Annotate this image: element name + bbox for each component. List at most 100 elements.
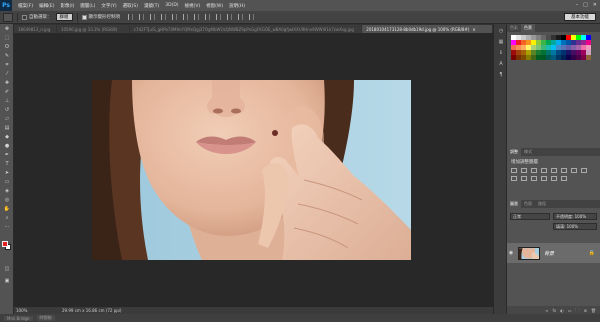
auto-select-checkbox[interactable]: 自動選取：	[22, 14, 52, 20]
tab-document-active[interactable]: 20180104173128-8b0db19d.jpg @ 100% (RGB/…	[362, 25, 492, 33]
distribute-left-icon[interactable]	[227, 14, 232, 20]
exposure-icon[interactable]	[541, 168, 547, 173]
menu-edit[interactable]: 編輯(E)	[39, 3, 54, 9]
eyedropper-tool-icon[interactable]: ⁄	[1, 69, 13, 78]
show-transform-checkbox[interactable]: 顯示變形控制項	[81, 14, 120, 20]
tab-swatches[interactable]: 色票	[521, 24, 535, 32]
eraser-tool-icon[interactable]: ▱	[1, 114, 13, 123]
tab-timeline[interactable]: 時間軸	[36, 315, 55, 321]
tab-adjustments[interactable]: 調整	[507, 148, 521, 156]
distribute-hcenter-icon[interactable]	[238, 14, 243, 20]
fill-field[interactable]: 填滿: 100%	[553, 223, 597, 230]
history-brush-tool-icon[interactable]: ↺	[1, 105, 13, 114]
workspace-switcher[interactable]: 基本功能	[564, 13, 596, 21]
clone-stamp-tool-icon[interactable]: ⊥	[1, 96, 13, 105]
tab-mini-bridge[interactable]: Mini Bridge	[4, 315, 33, 321]
new-group-icon[interactable]: 🗀	[576, 307, 580, 314]
distribute-right-icon[interactable]	[249, 14, 254, 20]
foreground-color-swatch[interactable]	[2, 241, 8, 247]
photo-filter-icon[interactable]	[511, 176, 517, 181]
gradient-tool-icon[interactable]: ▤	[1, 123, 13, 132]
hand-tool-icon[interactable]: ✋	[1, 204, 13, 213]
extra-tools-icon[interactable]: ⋯	[1, 222, 13, 231]
invert-icon[interactable]	[541, 176, 547, 181]
align-left-icon[interactable]	[161, 14, 166, 20]
tab-channels[interactable]: 色版	[521, 201, 535, 207]
properties-panel-icon[interactable]: ▦	[496, 38, 506, 46]
canvas-area[interactable]	[14, 33, 493, 307]
threshold-icon[interactable]	[561, 176, 567, 181]
tab-styles[interactable]: 樣式	[521, 149, 535, 155]
menu-type[interactable]: 文字(Y)	[101, 3, 116, 9]
distribute-top-icon[interactable]	[194, 14, 199, 20]
move-tool-icon[interactable]: ✥	[1, 24, 13, 33]
screen-mode-icon[interactable]: ▣	[1, 276, 13, 285]
align-bottom-icon[interactable]	[150, 14, 155, 20]
blur-tool-icon[interactable]: ◆	[1, 132, 13, 141]
channel-mixer-icon[interactable]	[521, 176, 527, 181]
history-panel-icon[interactable]: ◷	[496, 27, 506, 35]
tab-document-1[interactable]: 18649813_n.jpg	[14, 25, 56, 33]
opacity-field[interactable]: 不透明度: 100%	[553, 213, 597, 220]
close-icon[interactable]: ✕	[593, 2, 597, 8]
zoom-level[interactable]: 100%	[16, 308, 36, 313]
color-balance-icon[interactable]	[571, 168, 577, 173]
character-panel-icon[interactable]: A	[496, 60, 506, 68]
lasso-tool-icon[interactable]: ʘ	[1, 42, 13, 51]
menu-window[interactable]: 視窗(W)	[206, 3, 223, 9]
dodge-tool-icon[interactable]: ●	[1, 141, 13, 150]
hue-saturation-icon[interactable]	[561, 168, 567, 173]
3d-tool-icon[interactable]: ◈	[1, 186, 13, 195]
quick-select-tool-icon[interactable]: ✎	[1, 51, 13, 60]
align-right-icon[interactable]	[183, 14, 188, 20]
align-vcenter-icon[interactable]	[139, 14, 144, 20]
color-swatch[interactable]	[586, 55, 591, 60]
menu-3d[interactable]: 3D(D)	[165, 3, 178, 8]
align-hcenter-icon[interactable]	[172, 14, 177, 20]
levels-icon[interactable]	[521, 168, 527, 173]
visibility-eye-icon[interactable]: ◉	[507, 250, 515, 256]
link-layers-icon[interactable]: ∞	[545, 308, 548, 313]
blend-mode-dropdown[interactable]: 正常	[510, 213, 550, 220]
checkbox-box[interactable]	[22, 14, 27, 20]
color-lookup-icon[interactable]	[531, 176, 537, 181]
distribute-vcenter-icon[interactable]	[205, 14, 210, 20]
tab-document-2[interactable]: 10590.jpg @ 33.3% (RGB/8)	[56, 25, 129, 33]
align-top-icon[interactable]	[128, 14, 133, 20]
menu-help[interactable]: 說明(H)	[229, 3, 245, 9]
close-tab-icon[interactable]: ✕	[472, 27, 475, 32]
tab-paths[interactable]: 路徑	[535, 201, 549, 207]
menu-filter[interactable]: 濾鏡(T)	[144, 3, 159, 9]
curves-icon[interactable]	[531, 168, 537, 173]
3d-camera-tool-icon[interactable]: ◎	[1, 195, 13, 204]
layer-mask-icon[interactable]: ◐	[560, 308, 564, 313]
tab-document-3[interactable]: c7d2FTJuiS_gHPo70M9nYQMxQgj37OgMbWOzQNWB…	[129, 25, 362, 33]
marquee-tool-icon[interactable]: ⬚	[1, 33, 13, 42]
menu-file[interactable]: 檔案(F)	[18, 3, 33, 9]
tool-preset-picker[interactable]	[3, 12, 13, 22]
path-select-tool-icon[interactable]: ➤	[1, 168, 13, 177]
adjustment-layer-icon[interactable]: ▭	[568, 308, 572, 313]
quick-mask-icon[interactable]: ◫	[1, 264, 13, 273]
vibrance-icon[interactable]	[551, 168, 557, 173]
document-image[interactable]	[92, 80, 411, 260]
type-tool-icon[interactable]: T	[1, 159, 13, 168]
auto-select-target-dropdown[interactable]: 群組	[55, 13, 73, 21]
posterize-icon[interactable]	[551, 176, 557, 181]
fx-icon[interactable]: fx	[553, 308, 557, 313]
paragraph-panel-icon[interactable]: ¶	[496, 71, 506, 79]
menu-view[interactable]: 檢視(V)	[185, 3, 201, 9]
pen-tool-icon[interactable]: ✒	[1, 150, 13, 159]
crop-tool-icon[interactable]: ⌗	[1, 60, 13, 69]
minimize-icon[interactable]: –	[576, 2, 579, 8]
black-white-icon[interactable]	[581, 168, 587, 173]
document-info[interactable]: 29.99 cm x 16.86 cm (72 ppi)	[62, 308, 122, 313]
menu-select[interactable]: 選取(S)	[123, 3, 138, 9]
menu-layer[interactable]: 圖層(L)	[80, 3, 95, 9]
tab-layers[interactable]: 圖層	[507, 200, 521, 208]
layer-row-background[interactable]: ◉ 背景 🔒	[507, 243, 600, 263]
menu-image[interactable]: 影像(I)	[60, 3, 74, 9]
brightness-icon[interactable]	[511, 168, 517, 173]
brush-tool-icon[interactable]: ✐	[1, 87, 13, 96]
info-panel-icon[interactable]: ℹ	[496, 49, 506, 57]
